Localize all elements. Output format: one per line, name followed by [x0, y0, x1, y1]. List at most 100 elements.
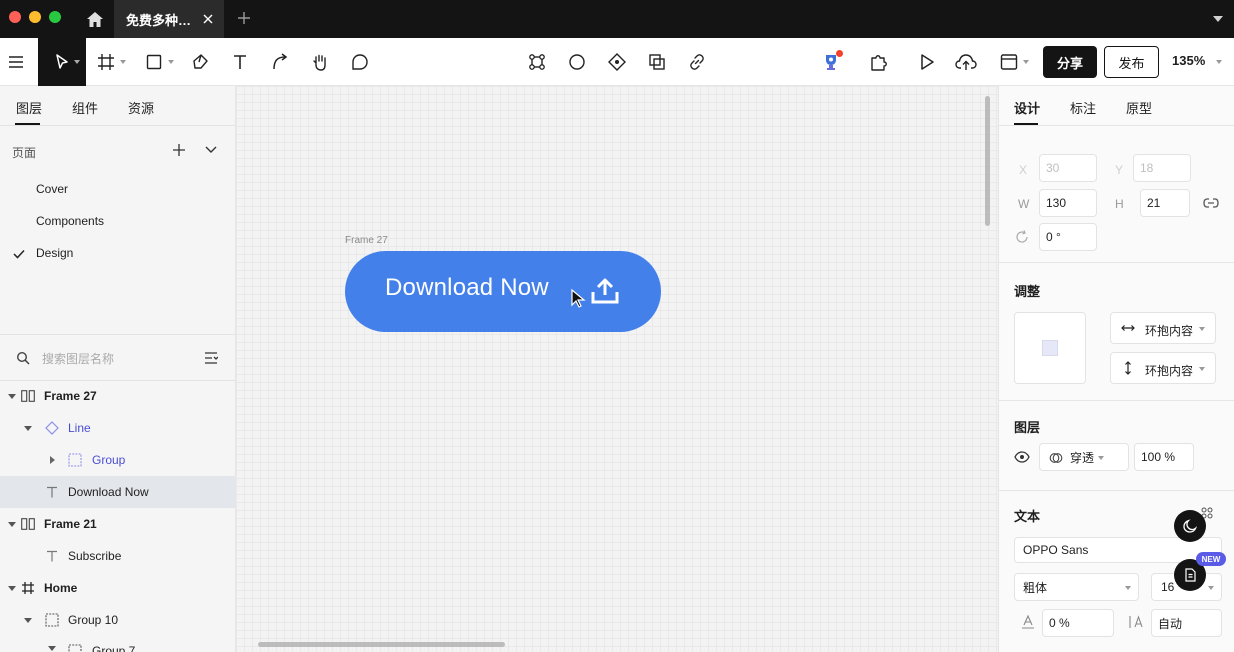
add-page-plus-icon[interactable] [172, 143, 186, 160]
close-window-button[interactable] [9, 11, 21, 23]
design-canvas[interactable]: Frame 27 Download Now [236, 86, 998, 652]
layer-row-group[interactable]: Group [0, 444, 236, 476]
font-weight-dropdown[interactable]: 粗体 [1014, 573, 1139, 601]
caret-down-icon[interactable] [8, 392, 16, 400]
link-icon[interactable] [685, 50, 709, 74]
frame-tool-icon[interactable] [94, 50, 118, 74]
layer-row-frame-21[interactable]: Frame 21 [0, 508, 236, 540]
home-icon[interactable] [80, 6, 110, 32]
page-item-design[interactable]: Design [36, 246, 73, 260]
page-item-components[interactable]: Components [36, 214, 104, 228]
caret-down-icon[interactable] [24, 616, 32, 624]
vertical-scrollbar[interactable] [985, 96, 990, 226]
component-icon[interactable] [525, 50, 549, 74]
line-height-field[interactable]: 自动 [1151, 609, 1222, 637]
line-height-icon [1129, 615, 1145, 632]
hamburger-menu-icon[interactable] [4, 50, 28, 74]
group-icon [45, 613, 59, 627]
layer-row-group-10[interactable]: Group 10 [0, 604, 236, 636]
pages-label: 页面 [12, 146, 37, 160]
caret-down-icon [1208, 586, 1214, 590]
ellipse-icon[interactable] [565, 50, 589, 74]
hand-tool-icon[interactable] [308, 50, 332, 74]
text-tool-icon[interactable] [228, 50, 252, 74]
frame-label[interactable]: Frame 27 [345, 235, 388, 246]
layer-row-frame-27[interactable]: Frame 27 [0, 380, 236, 412]
chevron-down-icon[interactable] [204, 144, 218, 158]
alignment-indicator [1042, 340, 1058, 356]
minimize-window-button[interactable] [29, 11, 41, 23]
caret-down-icon[interactable] [8, 584, 16, 592]
rectangle-tool-icon[interactable] [142, 50, 166, 74]
pen-tool-icon[interactable] [188, 50, 212, 74]
divider [999, 262, 1234, 263]
auto-layout-icon[interactable] [605, 50, 629, 74]
opacity-field[interactable]: 100 % [1134, 443, 1194, 471]
chevron-down-icon[interactable] [1210, 11, 1226, 27]
cloud-upload-icon[interactable] [954, 50, 978, 74]
tab-layers[interactable]: 图层 [16, 98, 42, 117]
layer-row-line[interactable]: Line [0, 412, 236, 444]
layer-row-subscribe[interactable]: Subscribe [0, 540, 236, 572]
publish-button[interactable]: 发布 [1104, 46, 1159, 78]
zoom-level[interactable]: 135% [1172, 53, 1205, 68]
caret-down-icon[interactable] [48, 644, 56, 652]
upload-icon [591, 278, 619, 304]
layer-search[interactable]: 搜索图层名称 [0, 344, 236, 380]
plugin-puzzle-icon[interactable] [867, 50, 891, 74]
alignment-box[interactable] [1014, 312, 1086, 384]
search-input[interactable]: 搜索图层名称 [42, 350, 114, 367]
boolean-union-icon[interactable] [645, 50, 669, 74]
height-field[interactable]: 21 [1140, 189, 1190, 217]
letter-spacing-field[interactable]: 0 % [1042, 609, 1114, 637]
blend-mode-dropdown[interactable]: 穿透 [1039, 443, 1129, 471]
vertical-resizing-dropdown[interactable]: 环抱内容 [1110, 352, 1216, 384]
eye-visibility-icon[interactable] [1014, 451, 1030, 466]
page-item-cover[interactable]: Cover [36, 182, 68, 196]
horizontal-arrows-icon [1121, 325, 1135, 331]
tab-prototype[interactable]: 原型 [1126, 98, 1152, 117]
width-field[interactable]: 130 [1039, 189, 1097, 217]
main-toolbar: 分享 发布 135% [0, 38, 1234, 86]
horizontal-resizing-dropdown[interactable]: 环抱内容 [1110, 312, 1216, 344]
caret-down-icon[interactable] [1023, 59, 1029, 65]
dark-mode-moon-button[interactable] [1174, 510, 1206, 542]
document-icon [1185, 568, 1196, 582]
rotation-field[interactable]: 0 ° [1039, 223, 1097, 251]
frame-layout-icon [21, 517, 35, 531]
layer-name: Subscribe [68, 549, 122, 563]
filter-list-icon[interactable] [204, 351, 219, 368]
horizontal-scrollbar[interactable] [258, 642, 505, 647]
layer-row-group-7[interactable]: Group 7 [0, 636, 236, 652]
moon-icon [1183, 519, 1197, 533]
layer-row-download-now[interactable]: Download Now [0, 476, 236, 508]
font-size-value: 16 [1161, 580, 1175, 594]
new-tab-plus-icon[interactable] [234, 8, 254, 28]
download-now-text[interactable]: Download Now [385, 274, 549, 302]
tab-components[interactable]: 组件 [72, 98, 98, 117]
layer-row-home[interactable]: Home [0, 572, 236, 604]
move-tool-button[interactable] [38, 38, 86, 86]
tab-design[interactable]: 设计 [1014, 98, 1040, 117]
caret-down-icon[interactable] [168, 59, 174, 65]
layout-panel-icon[interactable] [997, 50, 1021, 74]
download-now-button[interactable]: Download Now [345, 251, 661, 332]
caret-down-icon[interactable] [1216, 59, 1222, 65]
comment-tool-icon[interactable] [348, 50, 372, 74]
close-tab-icon[interactable] [200, 11, 216, 27]
frame-layout-icon [21, 389, 35, 403]
caret-down-icon[interactable] [24, 424, 32, 432]
caret-right-icon[interactable] [48, 456, 56, 464]
play-prototype-icon[interactable] [915, 50, 939, 74]
maximize-window-button[interactable] [49, 11, 61, 23]
share-button[interactable]: 分享 [1043, 46, 1097, 78]
x-field[interactable]: 30 [1039, 154, 1097, 182]
y-field[interactable]: 18 [1133, 154, 1191, 182]
constrain-proportions-link-icon[interactable] [1203, 197, 1219, 211]
caret-down-icon[interactable] [120, 59, 126, 65]
document-tab[interactable]: 免费多种… [114, 0, 224, 38]
caret-down-icon[interactable] [8, 520, 16, 528]
connector-tool-icon[interactable] [268, 50, 292, 74]
tab-annotate[interactable]: 标注 [1070, 98, 1096, 117]
tab-assets[interactable]: 资源 [128, 98, 154, 117]
